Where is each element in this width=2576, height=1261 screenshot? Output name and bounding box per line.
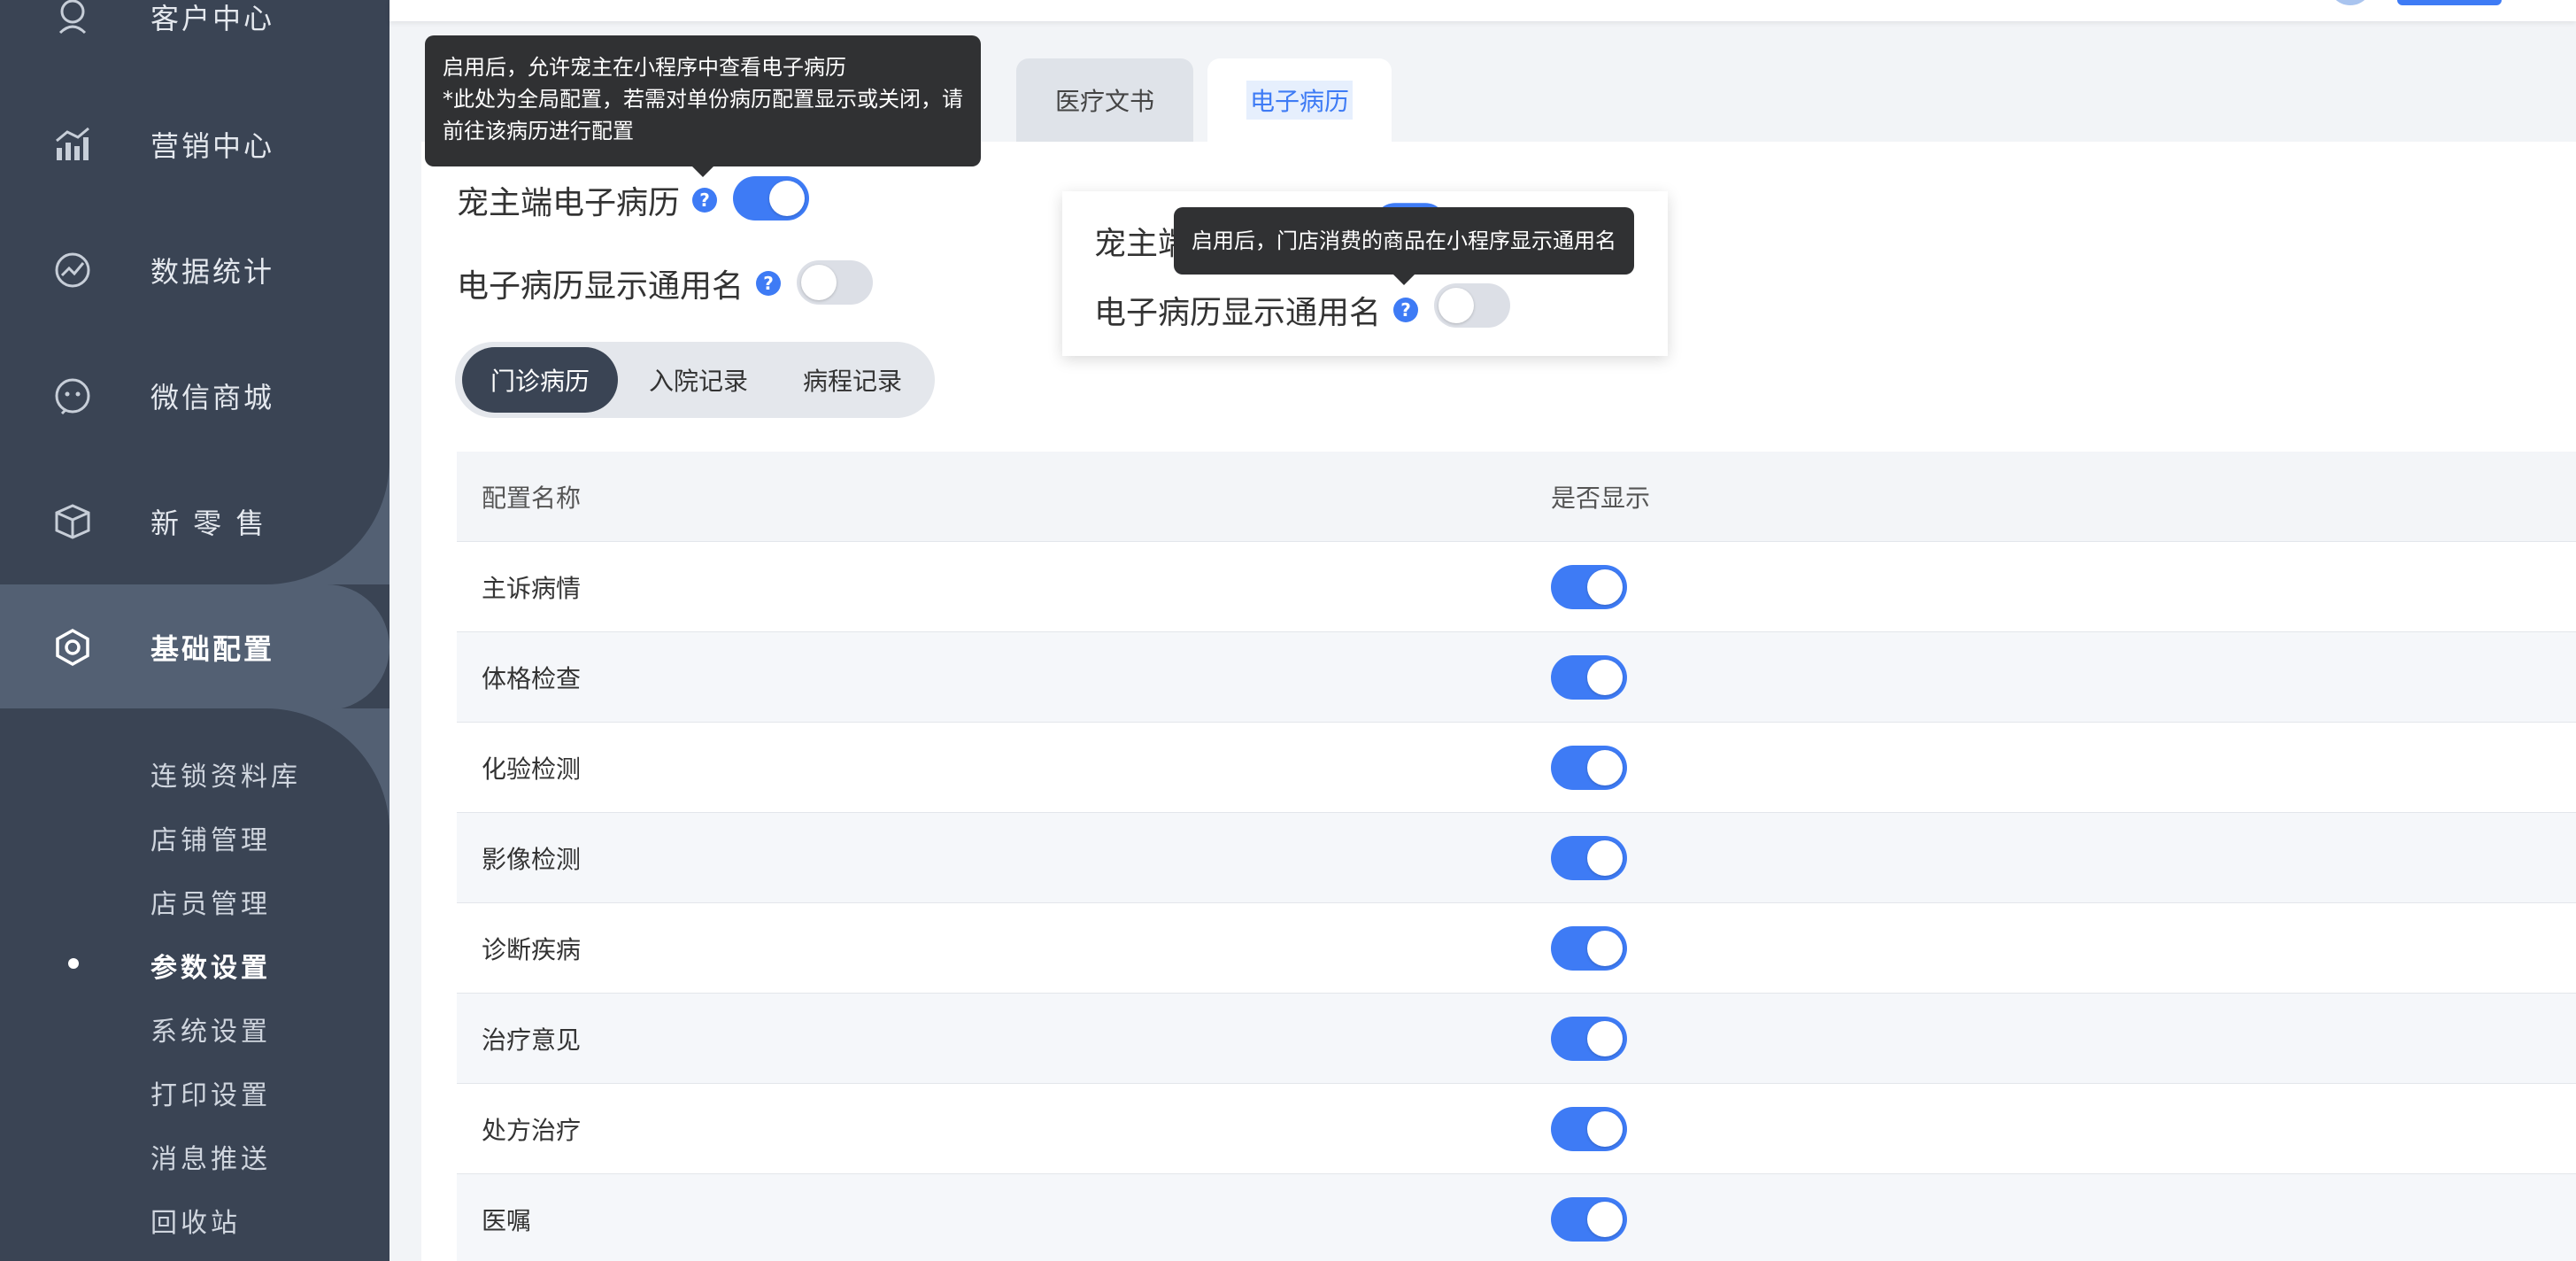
header-visible: 是否显示 [1551,483,1651,513]
table-body: 主诉病情体格检查化验检测影像检测诊断疾病治疗意见处方治疗医嘱 [457,542,2576,1261]
switch-knob [1587,931,1623,966]
generic-name-label: 电子病历显示通用名 [457,268,744,305]
submenu-item-parameter-settings[interactable]: 参数设置 [150,946,271,985]
sidebar-item-label: 新 零 售 [150,507,267,540]
sidebar-item-marketing-center[interactable]: 营销中心 [0,81,389,207]
top-bar [389,0,2576,21]
active-dot [68,958,79,969]
row-config-name: 影像检测 [482,844,582,874]
tooltip-line: 前往该病历进行配置 [443,119,634,143]
row-config-name: 治疗意见 [482,1025,582,1055]
switch-knob [1587,1021,1623,1056]
help-icon[interactable]: ? [692,188,718,213]
header-config-name: 配置名称 [482,483,582,513]
sidebar-item-new-retail[interactable]: 新 零 售 [0,459,389,584]
row-visible-switch[interactable] [1551,1197,1627,1242]
switch-knob [1587,660,1623,695]
switch-knob [1587,750,1623,785]
sidebar-item-label: 数据统计 [150,255,275,289]
help-icon[interactable]: ? [756,271,782,296]
row-visible-switch[interactable] [1551,746,1627,790]
table-row: 诊断疾病 [457,903,2576,994]
retail-box-icon [51,500,94,543]
owner-record-setting: 宠主端电子病历 ? [457,177,718,223]
table-row: 影像检测 [457,813,2576,903]
row-visible-switch[interactable] [1551,1107,1627,1151]
table-header: 配置名称 是否显示 [457,452,2576,542]
row-config-name: 医嘱 [482,1205,532,1235]
row-config-name: 诊断疾病 [482,934,582,964]
generic-name-tooltip: 启用后，门店消费的商品在小程序显示通用名 [1174,207,1634,285]
settings-icon [51,626,94,669]
sidebar-item-data-stats[interactable]: 数据统计 [0,207,389,333]
submenu-item-staff-management[interactable]: 店员管理 [150,882,271,921]
generic-name-switch[interactable] [797,260,873,305]
owner-record-tooltip: 启用后，允许宠主在小程序中查看电子病历 *此处为全局配置，若需对单份病历配置显示… [425,35,981,177]
sidebar-item-label: 微信商城 [150,381,275,414]
sidebar-item-label: 营销中心 [150,129,275,163]
sidebar-item-label: 客户中心 [150,2,275,35]
wechat-mall-icon [51,375,94,417]
owner-record-switch[interactable] [733,176,809,220]
tab-medical-documents[interactable]: 医疗文书 [1016,58,1194,142]
generic-name-setting: 电子病历显示通用名 ? [457,260,782,306]
row-visible-switch[interactable] [1551,1017,1627,1061]
owner-record-label: 宠主端电子病历 [457,185,681,221]
submenu-item-print-settings[interactable]: 打印设置 [150,1073,271,1112]
submenu-item-recycle-bin[interactable]: 回收站 [150,1201,241,1240]
popup-generic-name: 电子病历显示通用名 ? [1094,287,1419,333]
row-visible-switch[interactable] [1551,565,1627,609]
sidebar: 客户中心 营销中心 数据统计 微信商城 新 零 售 基础配置 连锁资料库 店铺管… [0,0,389,1261]
submenu-item-message-push[interactable]: 消息推送 [150,1137,271,1176]
segment-admission[interactable]: 入院记录 [623,347,774,413]
stats-icon [51,249,94,291]
submenu-item-store-management[interactable]: 店铺管理 [150,818,271,857]
popup-generic-name-label: 电子病历显示通用名 [1094,295,1382,331]
table-row: 体格检查 [457,632,2576,723]
avatar[interactable] [2328,0,2372,5]
sidebar-item-label: 基础配置 [150,632,275,666]
table-row: 治疗意见 [457,994,2576,1084]
tab-label: 电子病历 [1246,81,1354,120]
row-config-name: 化验检测 [482,754,582,784]
table-row: 化验检测 [457,723,2576,813]
customer-icon [51,0,94,38]
switch-knob [1587,1202,1623,1237]
row-config-name: 主诉病情 [482,573,582,603]
tooltip-text: 启用后，门店消费的商品在小程序显示通用名 [1192,228,1616,253]
popup-generic-name-switch[interactable] [1434,283,1510,328]
sidebar-submenu: 连锁资料库 店铺管理 店员管理 参数设置 系统设置 打印设置 消息推送 回收站 [0,708,389,1261]
switch-knob [1438,288,1474,323]
sidebar-item-customer-center[interactable]: 客户中心 [0,0,389,80]
row-config-name: 体格检查 [482,663,582,693]
tab-label: 医疗文书 [1055,87,1155,116]
segment-outpatient[interactable]: 门诊病历 [462,347,618,413]
row-visible-switch[interactable] [1551,836,1627,880]
config-table: 配置名称 是否显示 主诉病情体格检查化验检测影像检测诊断疾病治疗意见处方治疗医嘱 [457,452,2576,1261]
switch-knob [801,265,837,300]
switch-knob [1587,840,1623,876]
tooltip-line: *此处为全局配置，若需对单份病历配置显示或关闭，请 [443,87,963,112]
top-action-button[interactable] [2397,0,2502,5]
table-row: 医嘱 [457,1174,2576,1261]
sidebar-item-wechat-mall[interactable]: 微信商城 [0,333,389,459]
submenu-item-system-settings[interactable]: 系统设置 [150,1010,271,1048]
switch-knob [1587,569,1623,605]
table-row: 处方治疗 [457,1084,2576,1174]
row-visible-switch[interactable] [1551,926,1627,971]
tab-electronic-record[interactable]: 电子病历 [1207,58,1392,142]
tooltip-line: 启用后，允许宠主在小程序中查看电子病历 [443,55,846,80]
switch-knob [1587,1111,1623,1147]
marketing-icon [51,123,94,166]
submenu-item-chain-library[interactable]: 连锁资料库 [150,754,301,793]
record-type-segmented: 门诊病历 入院记录 病程记录 [455,342,935,418]
help-icon[interactable]: ? [1393,298,1419,322]
row-config-name: 处方治疗 [482,1115,582,1145]
switch-knob [769,181,805,216]
segment-progress[interactable]: 病程记录 [777,347,928,413]
row-visible-switch[interactable] [1551,655,1627,700]
sidebar-item-basic-config[interactable]: 基础配置 [0,584,389,710]
table-row: 主诉病情 [457,542,2576,632]
